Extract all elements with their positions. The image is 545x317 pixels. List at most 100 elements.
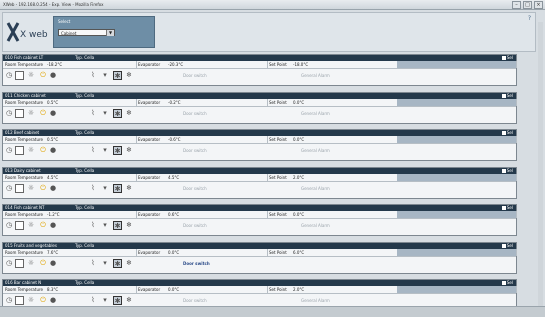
- thermometer-icon[interactable]: ⌇: [89, 221, 97, 229]
- light-icon[interactable]: ☼: [27, 146, 35, 154]
- thermometer-icon[interactable]: ⌇: [89, 296, 97, 304]
- checkbox-icon[interactable]: [501, 93, 506, 98]
- fan-icon[interactable]: ✱: [113, 108, 122, 118]
- checkbox-icon[interactable]: [501, 168, 506, 173]
- clock-icon[interactable]: ◷: [5, 184, 13, 192]
- compressor-icon[interactable]: ▾: [101, 109, 109, 117]
- evaporator-value: 0.6°C: [168, 212, 180, 217]
- compressor-icon[interactable]: ▾: [101, 259, 109, 267]
- thermometer-icon[interactable]: ⌇: [89, 71, 97, 79]
- evaporator-cell: Evaporator -0.2°C: [136, 98, 268, 106]
- alarm-icon[interactable]: ●: [49, 184, 57, 192]
- defrost-box-icon[interactable]: [15, 146, 24, 155]
- clock-icon[interactable]: ◷: [5, 109, 13, 117]
- checkbox-icon[interactable]: [501, 56, 506, 60]
- fan-icon[interactable]: ✱: [113, 258, 122, 268]
- alarm-icon[interactable]: ●: [49, 71, 57, 79]
- room-temp-cell: Room Temperature 8.3°C: [3, 286, 137, 293]
- compressor-icon[interactable]: ▾: [101, 184, 109, 192]
- light-icon[interactable]: ☼: [27, 221, 35, 229]
- clock-icon[interactable]: ◷: [5, 259, 13, 267]
- room-temp-cell: Room Temperature -1.2°C: [3, 211, 137, 218]
- clock-icon[interactable]: ◷: [5, 221, 13, 229]
- snowflake-icon[interactable]: ❄: [125, 259, 133, 267]
- door-switch-status: Door switch: [183, 298, 207, 303]
- chevron-down-icon[interactable]: ▼: [106, 30, 114, 36]
- checkbox-icon[interactable]: [501, 281, 506, 285]
- setpoint-cell: Set Point 6.0°C: [267, 248, 398, 256]
- alarm-icon[interactable]: ●: [49, 296, 57, 304]
- readings-row: Room Temperature 0.5°C Evaporator -0.2°C S…: [3, 98, 517, 107]
- dropdown-value: Cabinet: [61, 31, 77, 36]
- snowflake-icon[interactable]: ❄: [125, 109, 133, 117]
- checkbox-icon[interactable]: [501, 131, 506, 135]
- clock-icon[interactable]: ◷: [5, 296, 13, 304]
- defrost-box-icon[interactable]: [15, 221, 24, 230]
- room-temp-value: 0.5°C: [47, 137, 59, 142]
- snowflake-icon[interactable]: ❄: [125, 146, 133, 154]
- clock-icon[interactable]: ◷: [5, 146, 13, 154]
- device-panel: 012 Beef cabinet Typ. Cella Sel Room Tem…: [2, 129, 517, 161]
- compressor-icon[interactable]: ▾: [101, 296, 109, 304]
- minimize-button[interactable]: –: [512, 1, 521, 9]
- setpoint-value: -18.0°C: [293, 62, 309, 67]
- light-icon[interactable]: ☼: [27, 259, 35, 267]
- defrost-box-icon[interactable]: [15, 71, 24, 80]
- alarm-icon[interactable]: ●: [49, 109, 57, 117]
- light-icon[interactable]: ☼: [27, 296, 35, 304]
- checkbox-icon[interactable]: [501, 206, 506, 210]
- thermometer-icon[interactable]: ⌇: [89, 184, 97, 192]
- power-icon[interactable]: ⏻: [39, 296, 47, 304]
- device-panel: 011 Chicken cabinet Typ. Cella Sel Room …: [2, 91, 517, 124]
- power-icon[interactable]: ⏻: [39, 109, 47, 117]
- setpoint-cell: Set Point 0.0°C: [267, 136, 398, 143]
- maximize-button[interactable]: □: [523, 1, 532, 9]
- power-icon[interactable]: ⏻: [39, 146, 47, 154]
- help-icon[interactable]: ?: [528, 15, 531, 22]
- status-cell: [397, 211, 517, 218]
- readings-row: Room Temperature -1.2°C Evaporator 0.6°C S…: [3, 211, 517, 219]
- setpoint-value: 0.0°C: [293, 212, 305, 217]
- defrost-box-icon[interactable]: [15, 296, 24, 305]
- room-temp-cell: Room Temperature 7.6°C: [3, 248, 137, 256]
- snowflake-icon[interactable]: ❄: [125, 296, 133, 304]
- power-icon[interactable]: ⏻: [39, 259, 47, 267]
- light-icon[interactable]: ☼: [27, 71, 35, 79]
- evaporator-cell: Evaporator 0.0°C: [136, 248, 268, 256]
- alarm-icon[interactable]: ●: [49, 146, 57, 154]
- room-temp-cell: Room Temperature 0.5°C: [3, 136, 137, 143]
- cabinet-dropdown[interactable]: Cabinet ▼: [58, 29, 115, 36]
- defrost-box-icon[interactable]: [15, 183, 24, 193]
- alarm-icon[interactable]: ●: [49, 259, 57, 267]
- scrollbar[interactable]: [538, 22, 543, 312]
- thermometer-icon[interactable]: ⌇: [89, 259, 97, 267]
- fan-icon[interactable]: ✱: [113, 296, 122, 305]
- clock-icon[interactable]: ◷: [5, 71, 13, 79]
- device-selector: Select Cabinet ▼: [53, 16, 155, 48]
- fan-icon[interactable]: ✱: [113, 221, 122, 230]
- close-button[interactable]: ×: [534, 1, 543, 9]
- defrost-box-icon[interactable]: [15, 108, 24, 118]
- snowflake-icon[interactable]: ❄: [125, 71, 133, 79]
- light-icon[interactable]: ☼: [27, 109, 35, 117]
- compressor-icon[interactable]: ▾: [101, 146, 109, 154]
- defrost-box-icon[interactable]: [15, 258, 24, 268]
- fan-icon[interactable]: ✱: [113, 146, 122, 155]
- snowflake-icon[interactable]: ❄: [125, 184, 133, 192]
- fan-icon[interactable]: ✱: [113, 183, 122, 193]
- room-temp-value: 8.3°C: [47, 287, 59, 292]
- controls-row: ◷ ☼ ⏻ ● ⌇ ▾ ✱ ❄ Door switch General Alar…: [3, 182, 516, 196]
- power-icon[interactable]: ⏻: [39, 221, 47, 229]
- room-temp-value: -18.2°C: [47, 62, 63, 67]
- alarm-icon[interactable]: ●: [49, 221, 57, 229]
- compressor-icon[interactable]: ▾: [101, 71, 109, 79]
- compressor-icon[interactable]: ▾: [101, 221, 109, 229]
- fan-icon[interactable]: ✱: [113, 71, 122, 80]
- light-icon[interactable]: ☼: [27, 184, 35, 192]
- thermometer-icon[interactable]: ⌇: [89, 146, 97, 154]
- power-icon[interactable]: ⏻: [39, 184, 47, 192]
- snowflake-icon[interactable]: ❄: [125, 221, 133, 229]
- power-icon[interactable]: ⏻: [39, 71, 47, 79]
- thermometer-icon[interactable]: ⌇: [89, 109, 97, 117]
- checkbox-icon[interactable]: [501, 243, 506, 248]
